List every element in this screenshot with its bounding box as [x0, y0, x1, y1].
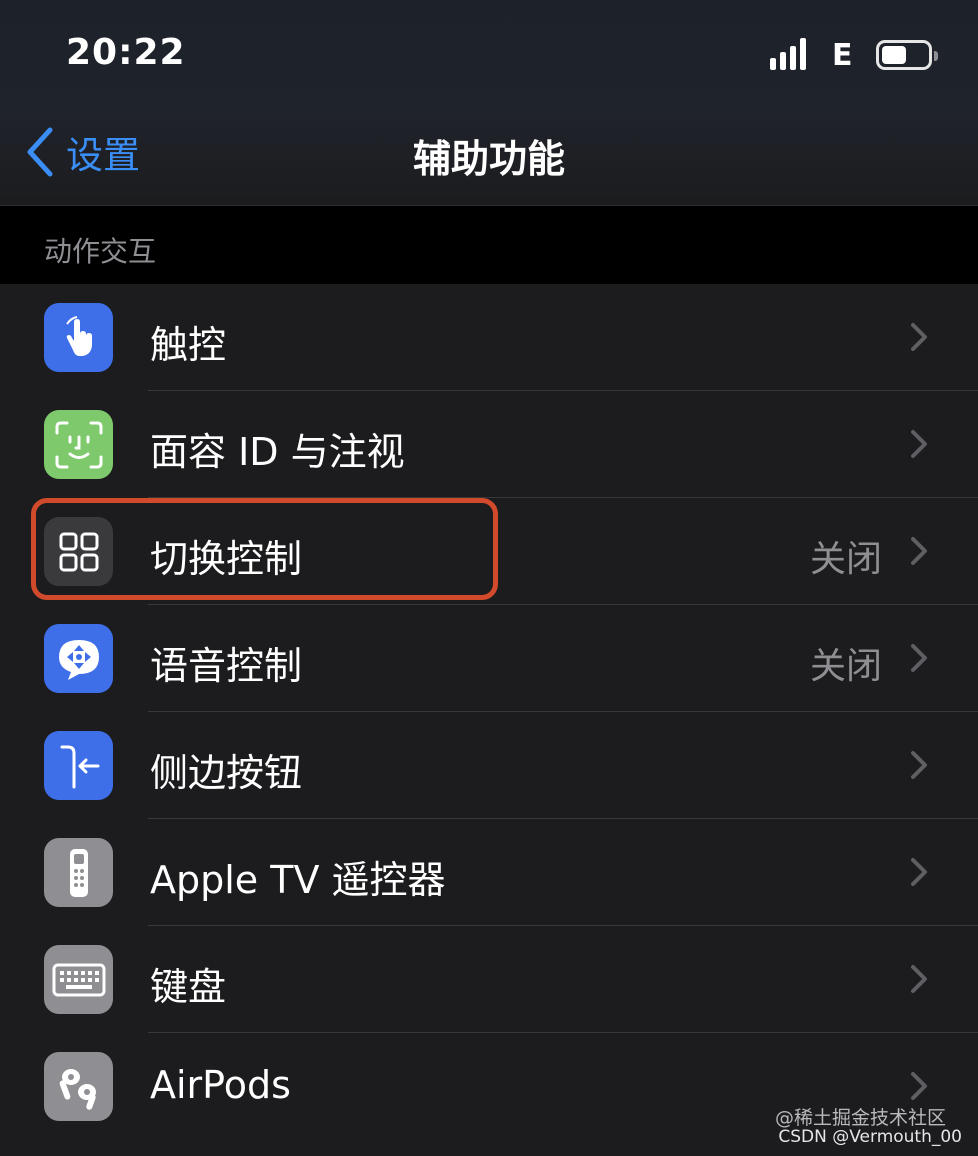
side-button-icon	[44, 731, 113, 800]
row-value: 关闭	[809, 539, 882, 580]
section-label: 动作交互	[44, 235, 157, 268]
row-label: 语音控制	[150, 644, 303, 688]
highlight-annotation	[31, 498, 498, 600]
row-touch[interactable]: 触控	[0, 284, 978, 391]
battery-icon	[876, 40, 938, 70]
row-side-button[interactable]: 侧边按钮	[0, 712, 978, 819]
remote-icon	[44, 838, 113, 907]
watermark-csdn: CSDN @Vermouth_00	[778, 1127, 962, 1147]
row-voice-control[interactable]: 语音控制 关闭	[0, 605, 978, 712]
chevron-right-icon	[911, 430, 927, 458]
settings-list: 触控 面容 ID 与注视 切换控制 关闭 语音控制 关闭 侧边按钮 Apple …	[0, 284, 978, 1156]
touch-hand-icon	[44, 303, 113, 372]
row-label: 触控	[150, 323, 227, 367]
row-label: 面容 ID 与注视	[150, 430, 405, 474]
chevron-right-icon	[911, 1072, 927, 1100]
chevron-right-icon	[911, 644, 927, 672]
chevron-right-icon	[911, 965, 927, 993]
row-label: AirPods	[150, 1063, 291, 1107]
voice-control-icon	[44, 624, 113, 693]
status-time: 20:22	[66, 32, 186, 73]
chevron-right-icon	[911, 323, 927, 351]
chevron-right-icon	[911, 537, 927, 565]
row-keyboard[interactable]: 键盘	[0, 926, 978, 1033]
chevron-right-icon	[911, 858, 927, 886]
chevron-right-icon	[911, 751, 927, 779]
row-label: 侧边按钮	[150, 751, 303, 795]
network-type: E	[832, 38, 853, 73]
airpods-icon	[44, 1052, 113, 1121]
navigation-header: 20:22 E 设置 辅助功能	[0, 0, 978, 206]
keyboard-icon	[44, 945, 113, 1014]
row-apple-tv-remote[interactable]: Apple TV 遥控器	[0, 819, 978, 926]
watermark-juejin: @稀土掘金技术社区	[774, 1107, 946, 1129]
battery-fill	[882, 46, 906, 64]
row-label: 键盘	[150, 965, 227, 1009]
row-face-id[interactable]: 面容 ID 与注视	[0, 391, 978, 498]
row-value: 关闭	[809, 646, 882, 687]
page-title: 辅助功能	[412, 137, 565, 181]
cellular-signal-icon	[770, 38, 814, 70]
row-label: Apple TV 遥控器	[150, 858, 446, 902]
face-id-icon	[44, 410, 113, 479]
